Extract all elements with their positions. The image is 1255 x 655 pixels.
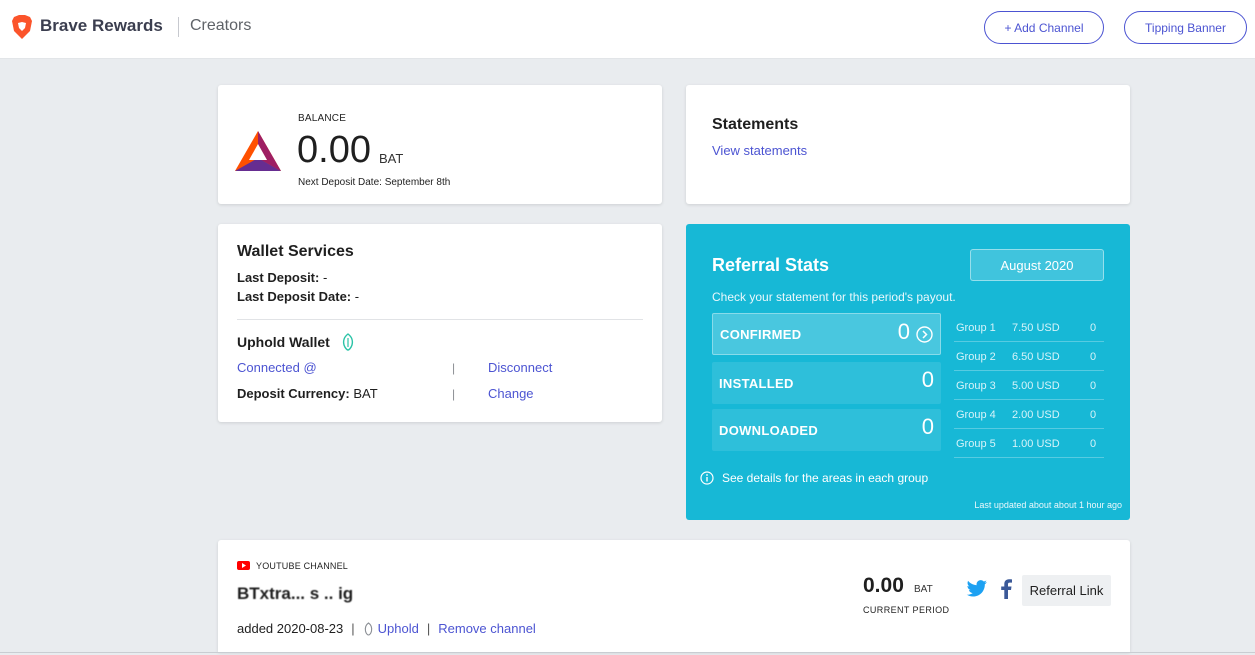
group-count: 0: [1090, 438, 1097, 450]
connected-account[interactable]: @: [304, 360, 317, 375]
last-deposit-label: Last Deposit:: [237, 270, 320, 285]
group-count: 0: [1090, 380, 1097, 392]
stat-downloaded: DOWNLOADED 0: [712, 409, 941, 451]
group-count: 0: [1090, 409, 1097, 421]
separator: |: [452, 387, 456, 401]
group-name: Group 5: [956, 438, 996, 450]
group-table: Group 1 7.50 USD 0 Group 2 6.50 USD 0 Gr…: [954, 313, 1104, 458]
group-name: Group 2: [956, 351, 996, 363]
group-row: Group 3 5.00 USD 0: [954, 371, 1104, 400]
stat-label: INSTALLED: [719, 375, 794, 391]
next-deposit-date: Next Deposit Date: September 8th: [298, 177, 451, 188]
group-amount: 1.00 USD: [1012, 438, 1060, 450]
uphold-label: Uphold: [377, 621, 419, 636]
group-name: Group 1: [956, 322, 996, 334]
channel-balance-unit: BAT: [914, 584, 933, 595]
statements-card: Statements View statements: [686, 85, 1130, 204]
stat-installed: INSTALLED 0: [712, 362, 941, 404]
facebook-icon[interactable]: [1000, 579, 1012, 599]
balance-unit: BAT: [379, 151, 404, 166]
brave-lion-icon[interactable]: [11, 15, 33, 39]
add-channel-button[interactable]: + Add Channel: [984, 11, 1104, 44]
last-updated: Last updated about about 1 hour ago: [974, 500, 1122, 510]
month-selector[interactable]: August 2020: [970, 249, 1104, 281]
uphold-link[interactable]: Uphold: [363, 621, 419, 636]
group-amount: 5.00 USD: [1012, 380, 1060, 392]
brand-divider: [178, 17, 179, 37]
balance-value: 0.00: [297, 129, 371, 171]
referral-description: Check your statement for this period's p…: [712, 290, 956, 304]
group-amount: 2.00 USD: [1012, 409, 1060, 421]
wallet-services-title: Wallet Services: [237, 243, 354, 260]
balance-label: BALANCE: [298, 113, 347, 124]
stat-label: CONFIRMED: [720, 326, 802, 342]
referral-stats-card: Referral Stats August 2020 Check your st…: [686, 224, 1130, 520]
top-header: Brave Rewards Creators + Add Channel Tip…: [0, 0, 1255, 59]
deposit-currency-value: BAT: [353, 386, 378, 401]
connected-text: Connected: [237, 360, 300, 375]
group-name: Group 4: [956, 409, 996, 421]
separator: |: [452, 361, 456, 375]
separator: |: [351, 621, 355, 636]
last-deposit-date: Last Deposit Date: -: [237, 289, 359, 304]
group-row: Group 2 6.50 USD 0: [954, 342, 1104, 371]
group-count: 0: [1090, 322, 1097, 334]
statements-title: Statements: [712, 116, 799, 133]
youtube-icon: [237, 561, 250, 570]
stat-label: DOWNLOADED: [719, 422, 819, 438]
channel-type-label: YOUTUBE CHANNEL: [256, 561, 349, 571]
bat-logo-icon: [235, 131, 281, 171]
stat-confirmed[interactable]: CONFIRMED 0: [712, 313, 941, 355]
brand-section: Creators: [190, 17, 252, 34]
last-deposit-date-value: -: [354, 289, 360, 304]
stat-value: 0: [921, 367, 934, 392]
balance-card: BALANCE 0.00 BAT Next Deposit Date: Sept…: [218, 85, 662, 204]
group-amount: 7.50 USD: [1012, 322, 1060, 334]
chevron-right-circle-icon[interactable]: [916, 326, 933, 343]
current-period-label: CURRENT PERIOD: [863, 605, 950, 615]
tipping-banner-button[interactable]: Tipping Banner: [1124, 11, 1247, 44]
uphold-wallet-title: Uphold Wallet: [237, 334, 330, 350]
last-deposit-date-label: Last Deposit Date:: [237, 289, 352, 304]
remove-channel-link[interactable]: Remove channel: [438, 621, 536, 636]
channel-added-date: added 2020-08-23: [237, 621, 344, 636]
group-row: Group 4 2.00 USD 0: [954, 400, 1104, 429]
last-deposit: Last Deposit: -: [237, 270, 327, 285]
info-icon: [700, 471, 714, 485]
uphold-icon: [342, 333, 354, 351]
stat-value: 0: [921, 414, 934, 439]
disconnect-link[interactable]: Disconnect: [488, 360, 552, 375]
channel-name: BTxtra... s .. ig: [237, 584, 354, 603]
last-deposit-value: -: [322, 270, 328, 285]
group-row: Group 1 7.50 USD 0: [954, 313, 1104, 342]
wallet-divider: [237, 319, 643, 320]
group-row: Group 5 1.00 USD 0: [954, 429, 1104, 458]
referral-link-button[interactable]: Referral Link: [1022, 575, 1111, 606]
change-currency-link[interactable]: Change: [488, 386, 534, 401]
deposit-currency-label: Deposit Currency:: [237, 386, 350, 401]
channel-meta: added 2020-08-23 | Uphold | Remove chann…: [237, 621, 536, 636]
uphold-icon: [364, 621, 372, 636]
uphold-connected-status: Connected @: [237, 360, 317, 375]
page-bottom-border: [0, 652, 1255, 653]
group-details-link[interactable]: See details for the areas in each group: [722, 471, 928, 485]
stat-value: 0: [897, 319, 910, 344]
separator: |: [426, 621, 431, 636]
group-count: 0: [1090, 351, 1097, 363]
deposit-currency: Deposit Currency: BAT: [237, 386, 378, 401]
channel-card: YOUTUBE CHANNEL BTxtra... s .. ig added …: [218, 540, 1130, 652]
wallet-services-card: Wallet Services Last Deposit: - Last Dep…: [218, 224, 662, 422]
group-amount: 6.50 USD: [1012, 351, 1060, 363]
twitter-icon[interactable]: [966, 580, 988, 598]
brand-name[interactable]: Brave Rewards: [40, 16, 163, 36]
channel-balance: 0.00: [863, 574, 904, 597]
referral-stats-title: Referral Stats: [712, 255, 830, 275]
view-statements-link[interactable]: View statements: [712, 143, 807, 158]
group-name: Group 3: [956, 380, 996, 392]
